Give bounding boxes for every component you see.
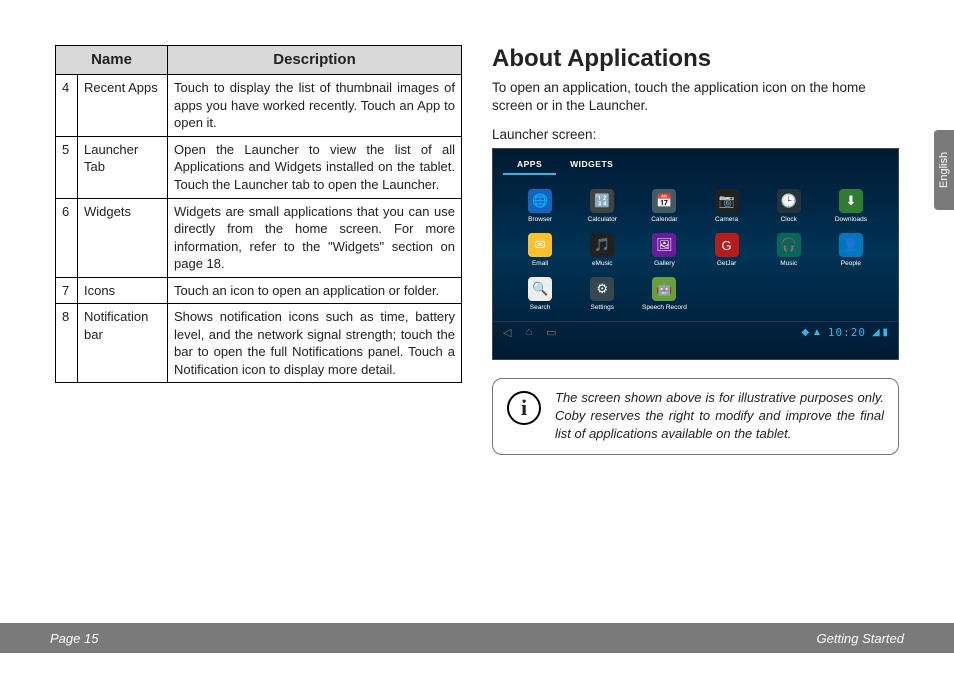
app-downloads[interactable]: ⬇ Downloads [824, 189, 878, 223]
app-label: eMusic [592, 260, 613, 267]
app-browser[interactable]: 🌐 Browser [513, 189, 567, 223]
app-grid: 🌐 Browser 🔢 Calculator 📅 Calendar 📷 Camera 🕒 Cloc… [493, 175, 898, 321]
row-name: Recent Apps [78, 75, 168, 137]
screen-label: Launcher screen: [492, 127, 899, 142]
th-name: Name [56, 46, 168, 75]
back-icon[interactable]: ◁ [503, 326, 511, 339]
table-row: 7 Icons Touch an icon to open an applica… [56, 277, 462, 304]
tab-widgets[interactable]: WIDGETS [556, 155, 627, 175]
note-box: i The screen shown above is for illustra… [492, 378, 899, 455]
app-email[interactable]: ✉ Email [513, 233, 567, 267]
app-icon: 🎧 [777, 233, 801, 257]
home-icon[interactable]: ⌂ [525, 326, 532, 339]
app-label: People [841, 260, 861, 267]
row-desc: Touch to display the list of thumbnail i… [168, 75, 462, 137]
app-label: Speech Record [642, 304, 687, 311]
app-icon: ⬇ [839, 189, 863, 213]
app-settings[interactable]: ⚙ Settings [575, 277, 629, 311]
row-num: 5 [56, 136, 78, 198]
app-search[interactable]: 🔍 Search [513, 277, 567, 311]
table-row: 5 Launcher Tab Open the Launcher to view… [56, 136, 462, 198]
intro-text: To open an application, touch the applic… [492, 79, 899, 115]
app-label: Calculator [588, 216, 617, 223]
app-icon: 🔍 [528, 277, 552, 301]
app-getjar[interactable]: G GetJar [700, 233, 754, 267]
app-label: Camera [715, 216, 738, 223]
row-desc: Widgets are small applications that you … [168, 198, 462, 277]
app-icon: 🎵 [590, 233, 614, 257]
app-icon: 🤖 [652, 277, 676, 301]
row-name: Widgets [78, 198, 168, 277]
launcher-screenshot: APPS WIDGETS 🌐 Browser 🔢 Calculator 📅 Calenda… [492, 148, 899, 360]
app-emusic[interactable]: 🎵 eMusic [575, 233, 629, 267]
app-icon: 🌐 [528, 189, 552, 213]
row-name: Notification bar [78, 304, 168, 383]
app-icon: 🖼 [652, 233, 676, 257]
table-row: 4 Recent Apps Touch to display the list … [56, 75, 462, 137]
ui-elements-table: Name Description 4 Recent Apps Touch to … [55, 45, 462, 383]
row-num: 6 [56, 198, 78, 277]
language-tab: English [934, 130, 954, 210]
app-people[interactable]: 👤 People [824, 233, 878, 267]
section-title: About Applications [492, 45, 899, 73]
app-label: Settings [590, 304, 614, 311]
app-label: Clock [781, 216, 797, 223]
app-label: Music [780, 260, 797, 267]
row-desc: Shows notification icons such as time, b… [168, 304, 462, 383]
tab-apps[interactable]: APPS [503, 155, 556, 175]
app-label: Gallery [654, 260, 675, 267]
app-clock[interactable]: 🕒 Clock [762, 189, 816, 223]
app-gallery[interactable]: 🖼 Gallery [637, 233, 691, 267]
app-label: Downloads [835, 216, 867, 223]
app-label: Calendar [651, 216, 677, 223]
left-column: Name Description 4 Recent Apps Touch to … [55, 45, 462, 603]
table-row: 6 Widgets Widgets are small applications… [56, 198, 462, 277]
app-label: Email [532, 260, 548, 267]
app-speech-record[interactable]: 🤖 Speech Record [637, 277, 691, 311]
app-label: GetJar [717, 260, 737, 267]
table-row: 8 Notification bar Shows notification ic… [56, 304, 462, 383]
app-music[interactable]: 🎧 Music [762, 233, 816, 267]
row-desc: Touch an icon to open an application or … [168, 277, 462, 304]
app-label: Browser [528, 216, 552, 223]
app-icon: G [715, 233, 739, 257]
app-camera[interactable]: 📷 Camera [700, 189, 754, 223]
app-icon: 🔢 [590, 189, 614, 213]
row-name: Launcher Tab [78, 136, 168, 198]
row-desc: Open the Launcher to view the list of al… [168, 136, 462, 198]
page-number: Page 15 [50, 631, 98, 646]
app-calendar[interactable]: 📅 Calendar [637, 189, 691, 223]
footer-section: Getting Started [817, 631, 904, 646]
th-desc: Description [168, 46, 462, 75]
nav-bar: ◁ ⌂ ▭ ◆ ▲ 10:20 ◢ ▮ [493, 321, 898, 341]
app-icon: ✉ [528, 233, 552, 257]
app-icon: 👤 [839, 233, 863, 257]
wifi-icon: ◆ ▲ [802, 327, 822, 338]
row-name: Icons [78, 277, 168, 304]
page-content: Name Description 4 Recent Apps Touch to … [55, 45, 899, 603]
app-icon: 🕒 [777, 189, 801, 213]
app-icon: 📷 [715, 189, 739, 213]
launcher-tabs: APPS WIDGETS [493, 149, 898, 175]
row-num: 8 [56, 304, 78, 383]
info-icon: i [507, 391, 541, 425]
footer: Page 15 Getting Started [0, 623, 954, 653]
note-text: The screen shown above is for illustrati… [555, 389, 884, 442]
right-column: About Applications To open an applicatio… [492, 45, 899, 603]
signal-icon: ◢ ▮ [872, 327, 888, 338]
recent-icon[interactable]: ▭ [546, 326, 556, 339]
row-num: 4 [56, 75, 78, 137]
row-num: 7 [56, 277, 78, 304]
app-icon: 📅 [652, 189, 676, 213]
app-label: Search [530, 304, 551, 311]
app-calculator[interactable]: 🔢 Calculator [575, 189, 629, 223]
app-icon: ⚙ [590, 277, 614, 301]
clock: 10:20 [828, 326, 866, 339]
